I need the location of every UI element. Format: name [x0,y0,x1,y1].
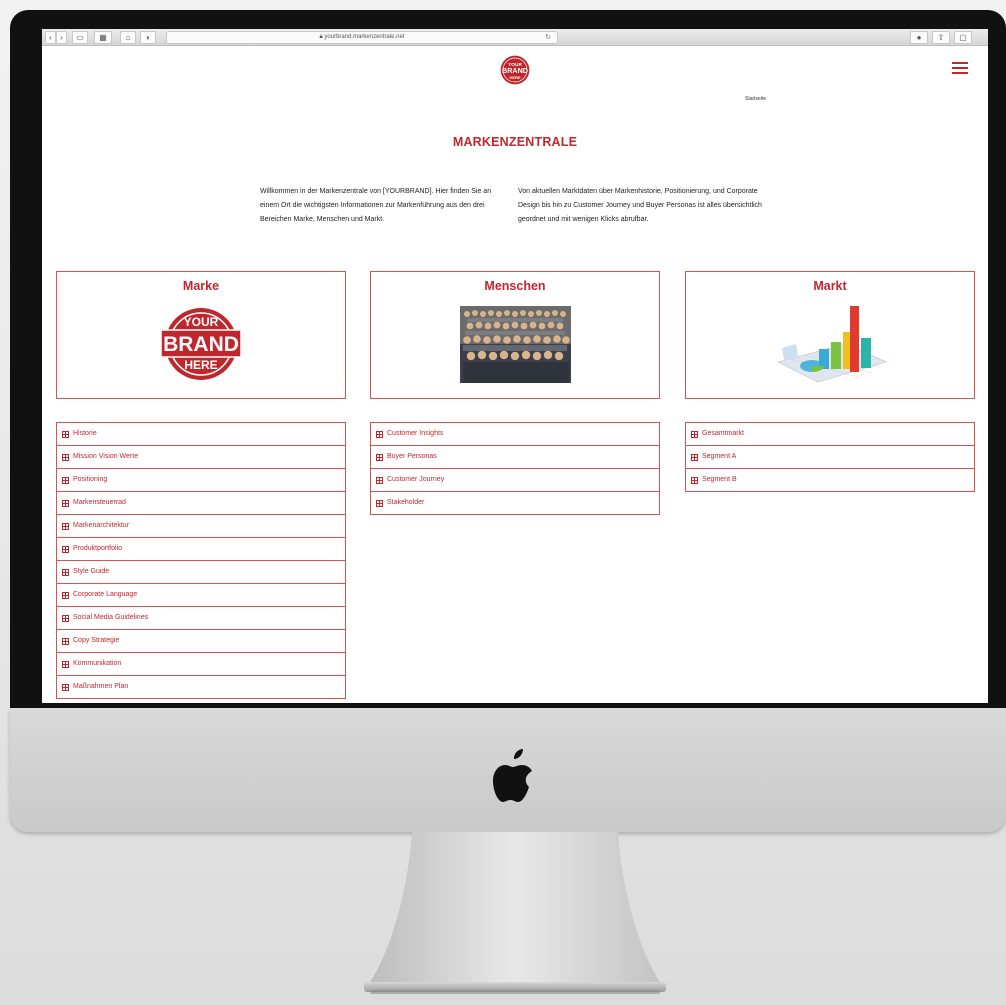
address-bar[interactable]: 🔒︎ yourbrand.markenzentrale.net ↻ [166,31,558,44]
web-page: YOUR BRAND HERE Startseite MARKENZENTRAL… [42,46,988,703]
browser-window: ‹ › ▭ ▦ ⌂ ◗ 🔒︎ yourbrand.markenzentrale.… [42,29,988,703]
card-markt[interactable]: Markt [685,271,975,399]
plus-box-icon [691,453,698,461]
list-item-historie[interactable]: Historie [56,422,346,446]
list-item-customer-insights[interactable]: Customer Insights [370,422,660,446]
browser-toolbar: ‹ › ▭ ▦ ⌂ ◗ 🔒︎ yourbrand.markenzentrale.… [42,29,988,46]
home-icon[interactable]: ⌂ [120,31,136,44]
list-item-segment-b[interactable]: Segment B [685,468,975,492]
column-marke: Marke YOUR BRAND HERE Historie Mission V… [56,271,346,699]
list-marke: Historie Mission Vision Werte Positionin… [56,422,346,699]
badge-line-1: YOUR [184,315,219,329]
sidebar-icon[interactable]: ▭ [72,31,88,44]
extension-icon[interactable]: ◗ [140,31,156,44]
badge-line-2: BRAND [163,333,239,356]
card-title-markt: Markt [813,279,847,293]
nav-link-startseite[interactable]: Startseite [745,96,766,102]
list-item-buyer-personas[interactable]: Buyer Personas [370,445,660,469]
card-title-marke: Marke [182,279,220,293]
list-item-segment-a[interactable]: Segment A [685,445,975,469]
logo-line-3: HERE [509,75,520,80]
group-photo-image [460,306,571,383]
list-item-markensteuerrad[interactable]: Markensteuerrad [56,491,346,515]
list-item-corporate-language[interactable]: Corporate Language [56,583,346,607]
plus-box-icon [62,476,69,484]
list-item-social-media-guidelines[interactable]: Social Media Guidelines [56,606,346,630]
grid-icon[interactable]: ▦ [94,31,112,44]
plus-box-icon [691,430,698,438]
list-item-style-guide[interactable]: Style Guide [56,560,346,584]
plus-box-icon [62,591,69,599]
hamburger-menu-icon[interactable] [952,62,968,75]
list-item-produktportfolio[interactable]: Produktportfolio [56,537,346,561]
intro-text-left: Willkommen in der Markenzentrale von [YO… [260,188,492,223]
reload-icon[interactable]: ↻ [545,32,551,43]
plus-box-icon [62,430,69,438]
column-menschen: Menschen Customer Insights Buyer Persona… [370,271,660,515]
apple-logo-icon [493,749,532,802]
plus-box-icon [376,476,383,484]
list-item-kommunikation[interactable]: Kommunikation [56,652,346,676]
list-item-copy-strategie[interactable]: Copy Strategie [56,629,346,653]
card-menschen[interactable]: Menschen [370,271,660,399]
share-icon[interactable]: ⇧ [932,31,950,44]
plus-box-icon [62,499,69,507]
plus-box-icon [62,637,69,645]
tabs-icon[interactable]: ▢ [954,31,972,44]
intro-text-right: Von aktuellen Marktdaten über Markenhist… [518,188,762,223]
brand-logo[interactable]: YOUR BRAND HERE [499,54,531,86]
list-item-gesamtmarkt[interactable]: Gesamtmarkt [685,422,975,446]
back-button[interactable]: ‹ [45,31,56,44]
plus-box-icon [62,614,69,622]
download-icon[interactable]: ● [910,31,928,44]
plus-box-icon [376,430,383,438]
market-chart-image [777,306,887,383]
plus-box-icon [376,453,383,461]
plus-box-icon [691,476,698,484]
card-marke[interactable]: Marke YOUR BRAND HERE [56,271,346,399]
brand-badge-image: YOUR BRAND HERE [160,308,242,380]
page-title: MARKENZENTRALE [452,135,578,149]
column-markt: Markt Gesamtmarkt Segment A Segment B [685,271,975,492]
logo-line-2: BRAND [502,66,528,75]
forward-button[interactable]: › [56,31,67,44]
list-markt: Gesamtmarkt Segment A Segment B [685,422,975,492]
list-menschen: Customer Insights Buyer Personas Custome… [370,422,660,515]
plus-box-icon [62,683,69,691]
list-item-mission-vision-werte[interactable]: Mission Vision Werte [56,445,346,469]
plus-box-icon [376,499,383,507]
list-item-markenarchitektur[interactable]: Markenarchitektur [56,514,346,538]
badge-line-3: HERE [184,358,217,372]
list-item-customer-journey[interactable]: Customer Journey [370,468,660,492]
list-item-massnahmen-plan[interactable]: Maßnahmen Plan [56,675,346,699]
lock-icon: 🔒︎ [319,34,323,40]
plus-box-icon [62,545,69,553]
list-item-positioning[interactable]: Positioning [56,468,346,492]
monitor-stand [364,832,666,994]
plus-box-icon [62,660,69,668]
card-title-menschen: Menschen [484,279,546,293]
plus-box-icon [62,522,69,530]
plus-box-icon [62,568,69,576]
list-item-stakeholder[interactable]: Stakeholder [370,491,660,515]
plus-box-icon [62,453,69,461]
url-text: yourbrand.markenzentrale.net [324,34,405,40]
